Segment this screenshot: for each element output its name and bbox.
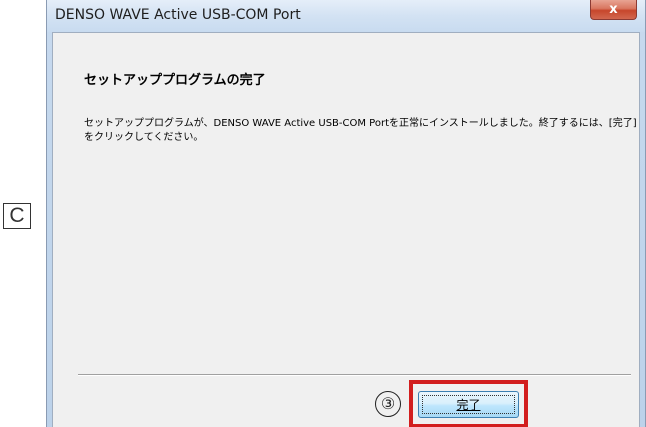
step-number-callout: ③ bbox=[375, 391, 401, 417]
finish-button-label: 完了 bbox=[456, 398, 481, 412]
title-bar[interactable]: DENSO WAVE Active USB-COM Port x bbox=[47, 0, 645, 32]
installer-window: DENSO WAVE Active USB-COM Port x セットアッププ… bbox=[46, 0, 646, 427]
window-title: DENSO WAVE Active USB-COM Port bbox=[55, 7, 301, 23]
page-title: セットアッププログラムの完了 bbox=[84, 73, 266, 88]
finish-button[interactable]: 完了 bbox=[418, 391, 519, 418]
completion-message: セットアッププログラムが、DENSO WAVE Active USB-COM P… bbox=[84, 118, 637, 143]
margin-label: C bbox=[3, 203, 31, 229]
close-button[interactable]: x bbox=[590, 0, 637, 20]
close-icon: x bbox=[609, 2, 618, 17]
divider bbox=[78, 374, 631, 376]
dialog-content: セットアッププログラムの完了 セットアッププログラムが、DENSO WAVE A… bbox=[52, 32, 640, 427]
page: C DENSO WAVE Active USB-COM Port x セットアッ… bbox=[0, 0, 646, 427]
